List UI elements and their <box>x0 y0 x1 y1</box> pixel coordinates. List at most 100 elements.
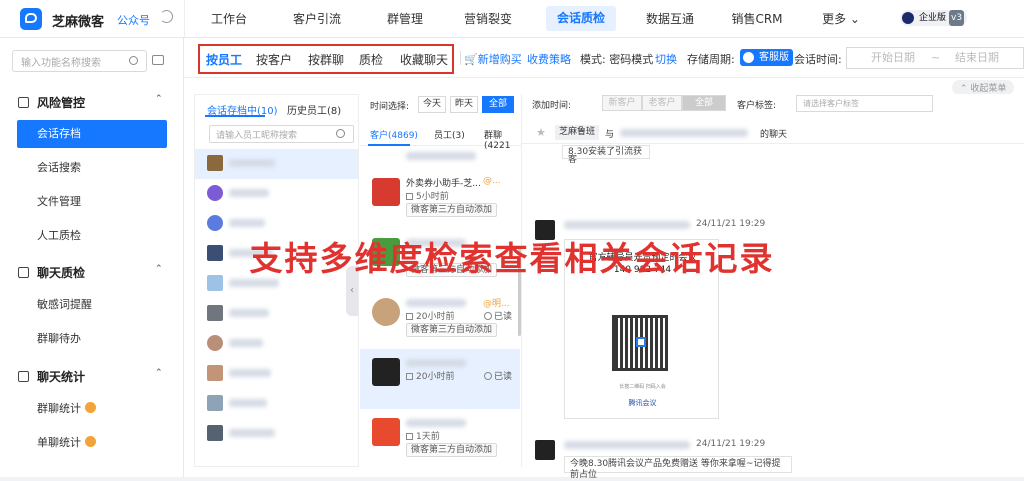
employee-name-blurred <box>229 309 269 317</box>
message-time: 24/11/21 19:29 <box>696 439 766 449</box>
conversation-item[interactable]: @明... 20小时前 已读 微客第三方自动添加 <box>360 289 520 349</box>
search-icon <box>336 129 345 138</box>
employee-name-blurred <box>229 219 265 227</box>
sidebar-item-single-stats[interactable]: 单聊统计 <box>17 429 167 457</box>
avatar <box>207 215 223 231</box>
tab-by-customer[interactable]: 按客户 <box>256 51 292 68</box>
star-icon[interactable]: ★ <box>536 126 546 139</box>
employee-row[interactable] <box>195 389 358 419</box>
nav-group-management[interactable]: 群管理 <box>378 0 432 38</box>
tab-inspection[interactable]: 质检 <box>359 51 383 68</box>
sidebar-item-file-management[interactable]: 文件管理 <box>17 188 167 216</box>
employee-row[interactable] <box>195 209 358 239</box>
employee-name-blurred <box>229 249 273 257</box>
read-status: 已读 <box>484 309 512 322</box>
group-chat-inspection[interactable]: 聊天质检 ⌃ <box>18 264 163 281</box>
sidebar-item-manual-inspection[interactable]: 人工质检 <box>17 222 167 250</box>
new-purchase-link[interactable]: 🛒新增购买 <box>464 51 522 67</box>
tab-employees[interactable]: 员工(3) <box>434 128 465 141</box>
nav-marketing[interactable]: 营销裂变 <box>456 0 520 38</box>
source-tag: 微客第三方自动添加 <box>406 203 498 217</box>
time-all-button[interactable]: 全部 <box>482 96 514 113</box>
employee-row[interactable] <box>195 149 358 179</box>
gzh-link[interactable]: 公众号 <box>117 12 150 28</box>
time-text: 20小时前 <box>416 372 455 382</box>
sender-name-blurred <box>564 221 690 229</box>
employee-row[interactable] <box>195 239 358 269</box>
layout-icon[interactable] <box>152 55 164 65</box>
function-search-input[interactable]: 输入功能名称搜索 <box>12 50 147 72</box>
collapse-menu-button[interactable]: ⌃ 收起菜单 <box>952 80 1015 95</box>
group-risk-control[interactable]: 风险管控 ⌃ <box>18 94 163 111</box>
nav-more[interactable]: 更多 ⌄ <box>816 0 866 38</box>
sidebar-item-sensitive-word[interactable]: 敏感词提醒 <box>17 291 167 319</box>
enterprise-badge[interactable]: 企业版 v3 <box>900 10 968 26</box>
divider <box>460 51 461 65</box>
conversation-item[interactable]: 外卖券小助手-芝... @... 5小时前 微客第三方自动添加 <box>360 169 520 229</box>
nav-workbench[interactable]: 工作台 <box>200 0 258 38</box>
meeting-card[interactable]: 官方辅导员光贵预定的会议 140 982 744 长按二维码 扫码入会 腾讯会议 <box>564 239 719 419</box>
old-customer-button[interactable]: 老客户 <box>642 95 682 111</box>
sidebar-item-group-todo[interactable]: 群聊待办 <box>17 325 167 353</box>
tab-customers[interactable]: 客户(4869) <box>370 128 418 141</box>
tab-favorite-chats[interactable]: 收藏聊天 <box>400 51 448 68</box>
sidebar-item-group-stats[interactable]: 群聊统计 <box>17 395 167 423</box>
nav-session-inspection[interactable]: 会话质检 <box>546 6 616 31</box>
avatar <box>372 238 400 266</box>
service-icon <box>743 52 754 63</box>
storage-badge: 客服版 <box>740 49 793 66</box>
end-date[interactable]: 结束日期 <box>955 48 999 68</box>
employee-row[interactable] <box>195 359 358 389</box>
conversation-item[interactable]: 1天前 微客第三方自动添加 <box>360 409 520 469</box>
employee-row[interactable] <box>195 299 358 329</box>
tab-groups[interactable]: 群聊(4221 <box>484 128 522 151</box>
tab-former-employees[interactable]: 历史员工(8) <box>287 102 341 117</box>
pricing-link[interactable]: 收费策略 <box>527 51 571 67</box>
nav-crm[interactable]: 销售CRM <box>726 0 788 38</box>
nav-customer-acquisition[interactable]: 客户引流 <box>282 0 352 38</box>
conversation-title-blurred <box>406 299 466 307</box>
chevron-left-icon: ‹ <box>350 285 354 296</box>
all-customer-button[interactable]: 全部 <box>682 95 726 111</box>
new-customer-button[interactable]: 新客户 <box>602 95 642 111</box>
chat-header: ★ 芝麻鲁班 与 的聊天 <box>522 122 1024 144</box>
tab-by-employee[interactable]: 按员工 <box>206 51 242 68</box>
employee-row[interactable] <box>195 269 358 299</box>
avatar <box>207 365 223 381</box>
sidebar: 输入功能名称搜索 风险管控 ⌃ 会话存档 会话搜索 文件管理 人工质检 聊天质检 ⌃… <box>0 38 184 477</box>
employee-row[interactable] <box>195 179 358 209</box>
switch-link[interactable]: 切换 <box>655 51 677 67</box>
group-title: 风险管控 <box>37 96 86 110</box>
employee-name-blurred <box>229 189 269 197</box>
employee-search-input[interactable]: 请输入员工昵称搜索 <box>209 125 354 143</box>
conversation-snippet-blurred <box>406 152 476 160</box>
collapse-left-panel-button[interactable]: ‹ <box>346 266 358 316</box>
group-chat-statistics[interactable]: 聊天统计 ⌃ <box>18 368 163 385</box>
avatar <box>372 358 400 386</box>
time-today-button[interactable]: 今天 <box>418 96 446 113</box>
tab-by-group[interactable]: 按群聊 <box>308 51 344 68</box>
time-yesterday-button[interactable]: 昨天 <box>450 96 478 113</box>
inspection-icon <box>18 267 29 278</box>
read-status: 已读 <box>484 369 512 382</box>
employee-row[interactable] <box>195 419 358 449</box>
top-bar: 芝麻微客 公众号 工作台 客户引流 群管理 营销裂变 会话质检 数据互通 销售C… <box>0 0 1024 38</box>
search-placeholder: 请输入员工昵称搜索 <box>216 131 298 141</box>
nav-data-sync[interactable]: 数据互通 <box>640 0 700 38</box>
tab-underline <box>368 144 410 146</box>
conversation-item[interactable]: 微客第三方自动添加 <box>360 229 520 289</box>
start-date[interactable]: 开始日期 <box>871 48 915 68</box>
sidebar-item-session-archive[interactable]: 会话存档 <box>17 120 167 148</box>
conversation-item[interactable]: 20小时前 已读 <box>360 349 520 409</box>
employee-row[interactable] <box>195 329 358 359</box>
customer-tag-select[interactable]: 请选择客户标签 <box>796 95 933 112</box>
customer-name-blurred <box>620 129 748 137</box>
date-range-picker[interactable]: 开始日期 ~ 结束日期 <box>846 47 1024 69</box>
sidebar-item-session-search[interactable]: 会话搜索 <box>17 154 167 182</box>
meeting-id: 140 982 744 <box>613 265 672 275</box>
employee-list-panel: 会话存档中(10) 历史员工(8) 请输入员工昵称搜索 <box>194 94 359 467</box>
theme-toggle-icon[interactable] <box>160 10 173 23</box>
conversation-title: 外卖券小助手-芝... <box>406 179 481 189</box>
employee-name-blurred <box>229 339 263 347</box>
scrollbar[interactable] <box>518 246 521 336</box>
